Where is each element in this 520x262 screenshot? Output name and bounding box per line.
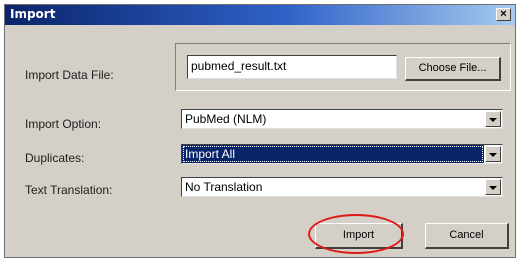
duplicates-label: Duplicates: — [25, 151, 85, 165]
import-option-value: PubMed (NLM) — [185, 112, 267, 126]
text-translation-label: Text Translation: — [25, 183, 113, 197]
chevron-down-icon[interactable] — [485, 179, 501, 195]
choose-file-button[interactable]: Choose File... — [405, 57, 501, 81]
import-option-label: Import Option: — [25, 117, 102, 131]
close-button[interactable]: × — [496, 8, 511, 21]
import-button[interactable]: Import — [315, 223, 403, 249]
chevron-down-icon[interactable] — [485, 111, 501, 127]
import-dialog: Import × Import Data File: pubmed_result… — [4, 4, 516, 258]
close-icon: × — [500, 8, 507, 20]
duplicates-value: Import All — [182, 145, 484, 163]
import-option-select[interactable]: PubMed (NLM) — [181, 109, 503, 129]
import-data-file-label: Import Data File: — [25, 68, 114, 82]
chevron-down-icon[interactable] — [485, 146, 501, 162]
text-translation-select[interactable]: No Translation — [181, 177, 503, 197]
window-title: Import — [10, 7, 56, 21]
import-data-file-input[interactable]: pubmed_result.txt — [187, 55, 397, 79]
title-bar[interactable]: Import × — [5, 5, 515, 25]
text-translation-value: No Translation — [185, 180, 263, 194]
cancel-button[interactable]: Cancel — [425, 223, 509, 249]
duplicates-select[interactable]: Import All — [181, 144, 503, 164]
